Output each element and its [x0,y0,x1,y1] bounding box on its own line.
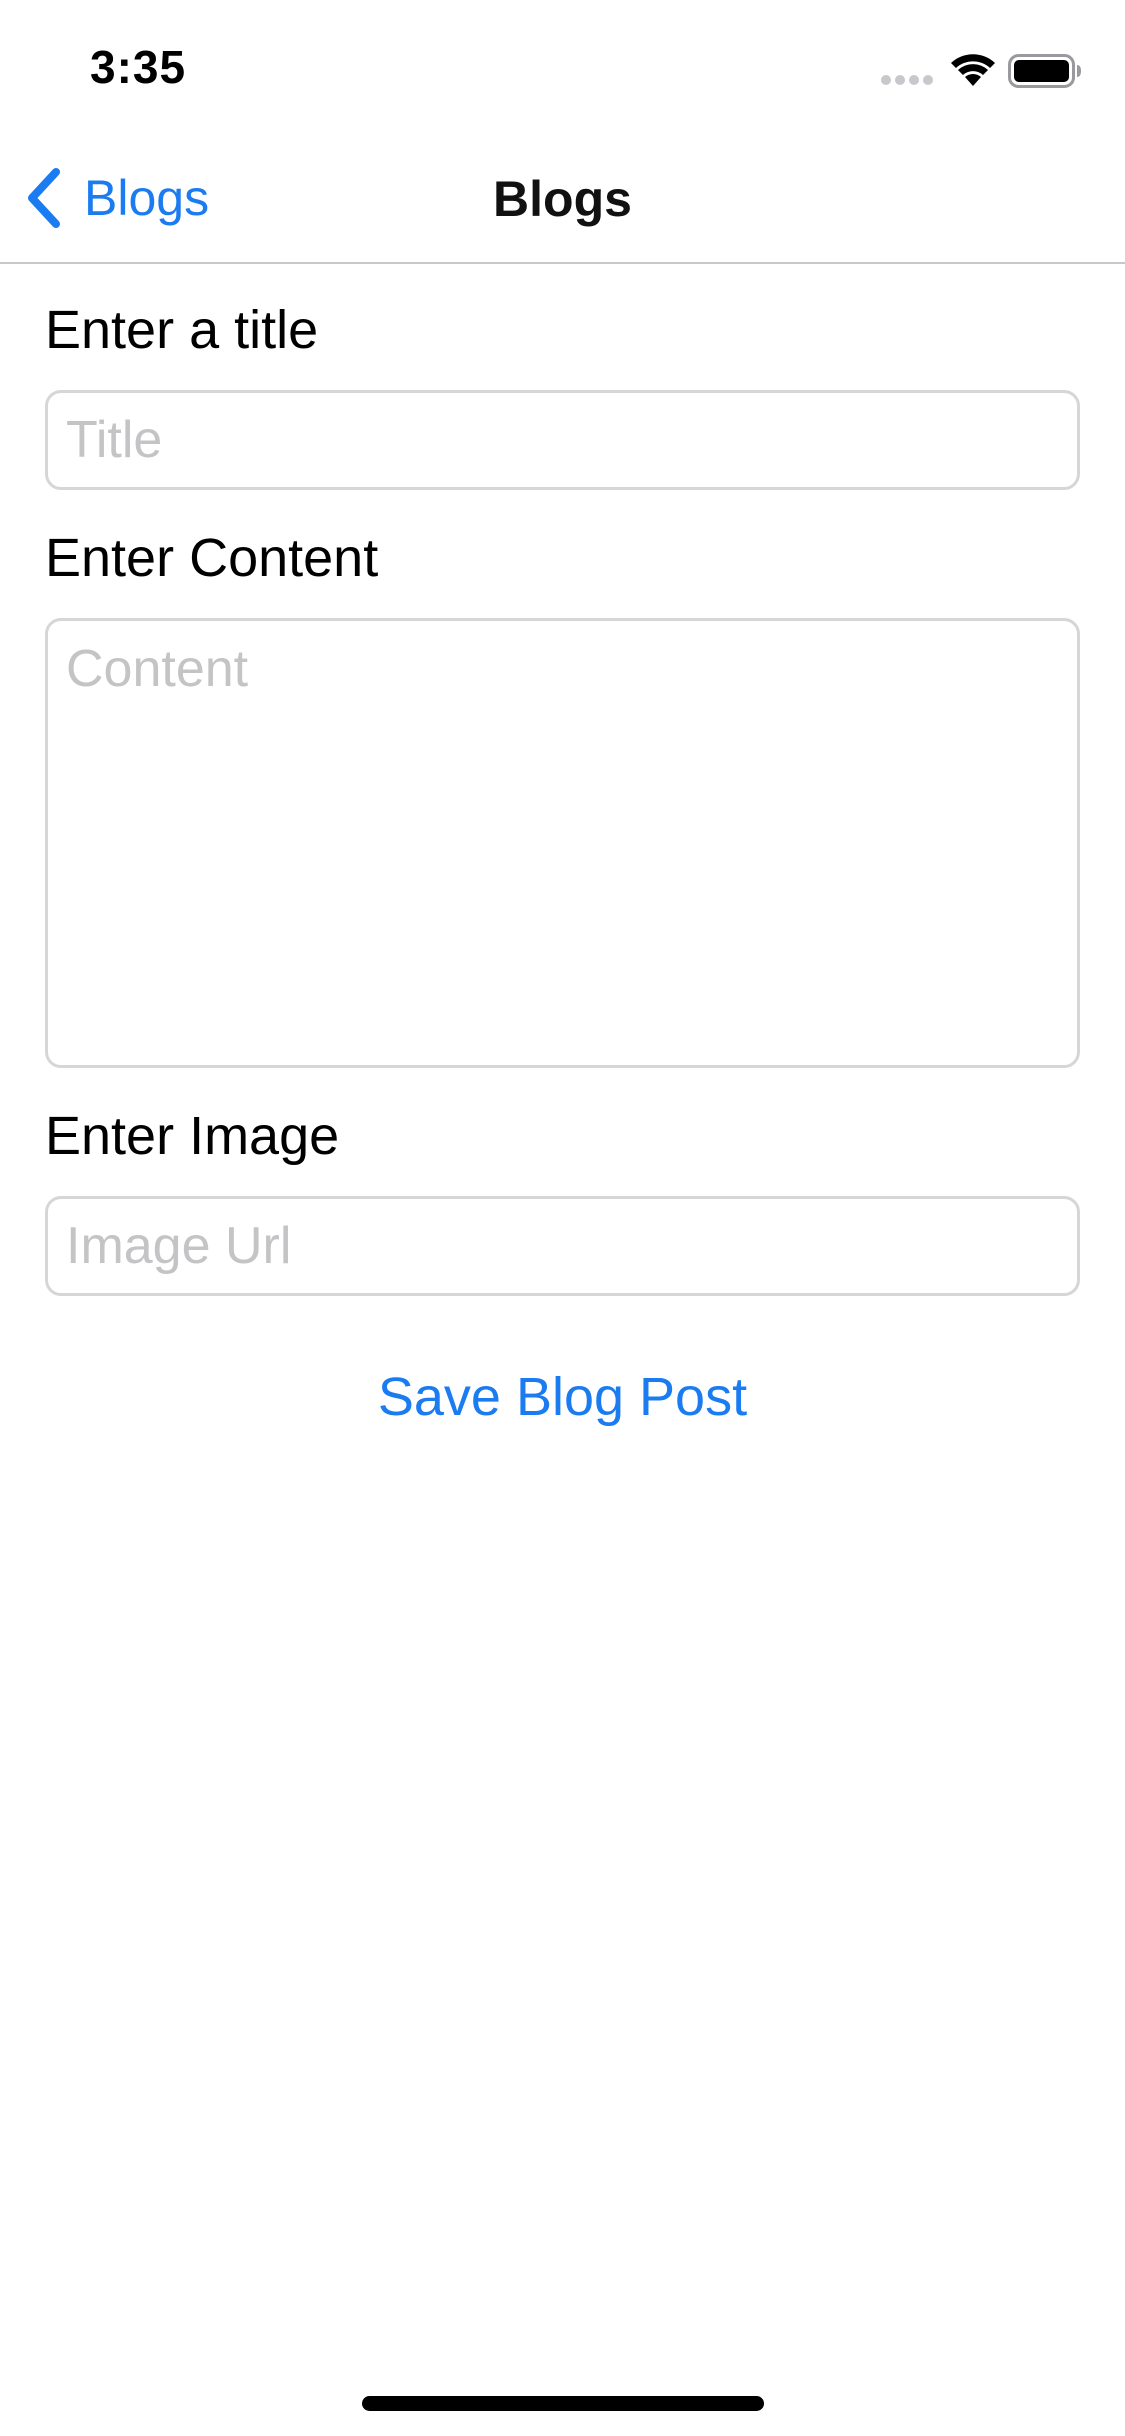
image-label: Enter Image [45,1106,340,1166]
home-indicator[interactable] [362,2396,764,2411]
content-label: Enter Content [45,528,379,588]
navigation-bar: Blogs Blogs [0,132,1125,264]
page-title: Blogs [493,171,632,227]
status-time: 3:35 [90,41,187,93]
save-blog-post-button[interactable]: Save Blog Post [378,1366,747,1428]
content-input[interactable] [45,618,1080,1068]
title-input[interactable] [45,390,1080,490]
title-label: Enter a title [45,300,319,360]
wifi-icon [951,54,995,86]
image-url-input[interactable] [45,1196,1080,1296]
blog-post-form: Enter a title Enter Content Enter Image … [45,264,1080,1428]
cellular-signal-icon [881,75,933,85]
battery-icon [1008,54,1081,88]
status-bar: 3:35 [0,0,1125,132]
